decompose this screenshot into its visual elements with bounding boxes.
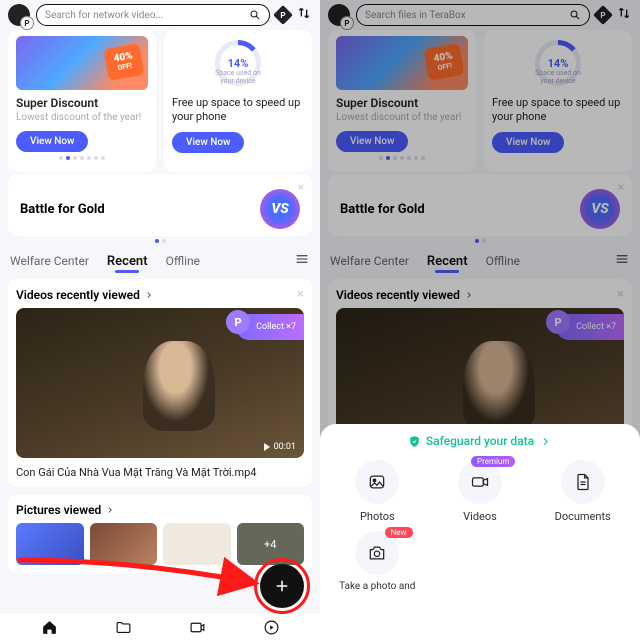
upload-videos[interactable]: Premium Videos — [429, 460, 532, 523]
transfer-icon[interactable] — [296, 5, 312, 25]
premium-badge: Premium — [471, 456, 515, 467]
video-icon — [470, 472, 490, 492]
search-input[interactable]: Search for network video... — [36, 4, 270, 26]
transfer-icon[interactable] — [616, 5, 632, 25]
upload-documents[interactable]: Documents — [531, 460, 634, 523]
upload-camera[interactable]: New Take a photo and — [326, 531, 429, 593]
search-input[interactable]: Search files in TeraBox — [356, 4, 590, 26]
upload-photos[interactable]: Photos — [326, 460, 429, 523]
left-screenshot: Search for network video... 40%OFF! Supe… — [0, 0, 320, 640]
promo-cards: 40%OFF! Super Discount Lowest discount o… — [0, 30, 320, 172]
picture-thumb[interactable] — [90, 523, 158, 565]
discount-image: 40%OFF! — [16, 36, 148, 90]
discount-title: Super Discount — [16, 96, 148, 110]
discount-card[interactable]: 40%OFF! Super Discount Lowest discount o… — [8, 30, 156, 172]
usage-ring: 14% Space used on your device — [172, 36, 304, 90]
battle-title: Battle for Gold — [20, 202, 260, 217]
camera-icon — [367, 543, 387, 563]
search-placeholder: Search for network video... — [45, 10, 243, 21]
right-screenshot: Search files in TeraBox 40%OFF!Super Dis… — [320, 0, 640, 640]
space-desc: Free up space to speed up your phone — [172, 96, 304, 124]
document-icon — [573, 472, 593, 492]
video-thumbnail[interactable]: Collect ×7 00:01 — [16, 308, 304, 458]
premium-diamond-icon[interactable] — [593, 5, 613, 25]
sheet-header[interactable]: Safeguard your data — [320, 434, 640, 448]
space-card[interactable]: 14% Space used on your device Free up sp… — [164, 30, 312, 172]
chevron-right-icon — [539, 435, 552, 448]
shield-icon — [408, 435, 421, 448]
picture-thumbnails: +4 — [16, 523, 304, 565]
carousel-dots — [16, 152, 148, 164]
avatar[interactable] — [328, 4, 350, 26]
videos-header: Videos recently viewed — [16, 288, 140, 302]
search-placeholder: Search files in TeraBox — [365, 10, 563, 21]
discount-subtitle: Lowest discount of the year! — [16, 112, 148, 123]
premium-diamond-icon[interactable] — [273, 5, 293, 25]
chevron-right-icon — [144, 290, 154, 300]
top-bar: Search for network video... — [0, 0, 320, 30]
folder-icon[interactable] — [115, 619, 132, 636]
video-filename: Con Gái Của Nhà Vua Mặt Trăng Và Mặt Trờ… — [16, 466, 304, 479]
home-icon[interactable] — [41, 619, 58, 636]
close-icon[interactable]: × — [297, 287, 304, 302]
tab-offline[interactable]: Offline — [166, 254, 200, 268]
vs-icon: VS — [260, 189, 300, 229]
view-now-button[interactable]: View Now — [16, 131, 88, 152]
tab-welfare[interactable]: Welfare Center — [10, 254, 89, 268]
menu-icon[interactable] — [294, 251, 310, 271]
picture-thumb[interactable] — [16, 523, 84, 565]
picture-thumb[interactable] — [163, 523, 231, 565]
search-icon — [249, 9, 261, 21]
collect-badge[interactable]: Collect ×7 — [236, 314, 304, 340]
search-icon — [569, 9, 581, 21]
pictures-header: Pictures viewed — [16, 503, 101, 517]
share-icon[interactable] — [263, 619, 280, 636]
videos-section: Videos recently viewed × Collect ×7 00:0… — [8, 279, 312, 487]
battle-banner[interactable]: Battle for Gold VS × — [8, 174, 312, 236]
bottom-nav — [0, 614, 320, 640]
view-now-button-2[interactable]: View Now — [172, 132, 244, 153]
video-icon[interactable] — [189, 619, 206, 636]
close-icon[interactable]: × — [298, 180, 304, 194]
avatar[interactable] — [8, 4, 30, 26]
picture-thumb[interactable]: +4 — [237, 523, 305, 565]
fab-add-button[interactable] — [260, 564, 304, 608]
content-tabs: Welfare Center Recent Offline — [0, 243, 320, 275]
pictures-section: Pictures viewed +4 — [8, 495, 312, 573]
new-badge: New — [385, 527, 413, 538]
chevron-right-icon — [105, 505, 115, 515]
upload-sheet: Safeguard your data Photos Premium Video… — [320, 424, 640, 640]
video-duration: 00:01 — [264, 442, 296, 452]
photo-icon — [367, 472, 387, 492]
tab-recent[interactable]: Recent — [107, 254, 148, 269]
